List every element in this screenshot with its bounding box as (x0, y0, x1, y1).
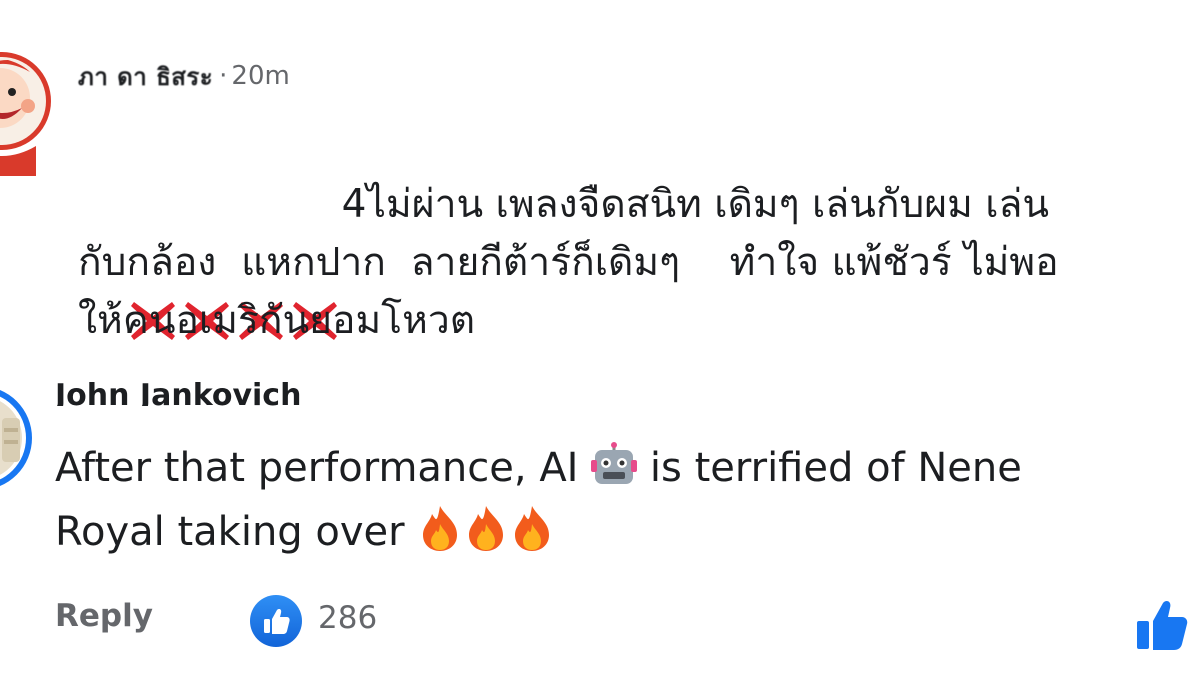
avatar[interactable] (0, 378, 32, 498)
comment-meta: ภา ดา ธิสระ · 20m (78, 58, 290, 94)
reply-button[interactable]: Reply (55, 598, 153, 634)
x-mark-icon (236, 182, 286, 340)
fire-icon (417, 504, 463, 568)
comment-body: 4ไม่ผ่าน เพลงจืดสนิท เดิมๆ เล่นกับผม เล่… (78, 118, 1188, 408)
comment-timestamp[interactable]: 20m (231, 61, 289, 91)
comment-text-part: After that performance, AI (55, 445, 592, 491)
comment-text-part: Royal taking over (55, 509, 418, 555)
x-mark-icon (182, 182, 232, 340)
fire-icon (509, 504, 555, 568)
like-button[interactable] (1132, 596, 1190, 654)
robot-face-icon (591, 442, 638, 504)
comment-body: After that performance, AI is terrified … (55, 440, 1175, 568)
comment-author[interactable]: John Jankovich (55, 372, 300, 406)
thumbs-up-icon[interactable] (250, 595, 302, 647)
thumbs-up-icon (1137, 600, 1188, 650)
fire-icon (463, 504, 509, 568)
x-mark-group (128, 182, 340, 340)
x-mark-icon (290, 182, 340, 340)
meta-separator: · (219, 61, 228, 91)
reaction-count[interactable]: 286 (318, 600, 377, 636)
avatar[interactable] (0, 46, 54, 176)
x-mark-icon (128, 182, 178, 340)
comment-author[interactable]: ภา ดา ธิสระ (78, 57, 213, 96)
comment-thread: ภา ดา ธิสระ · 20m 4ไม่ผ่าน เพลงจืดสนิท เ… (0, 0, 1200, 675)
comment-text-part: is terrified of Nene (637, 445, 1022, 491)
